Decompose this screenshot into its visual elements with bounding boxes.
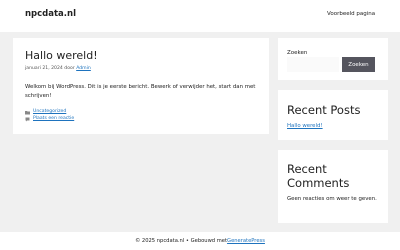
post-by-label: door — [64, 66, 75, 71]
comment-link[interactable]: Plaats een reactie — [33, 116, 74, 123]
category-link[interactable]: Uncategorized — [33, 109, 66, 116]
post-body: Welkom bij WordPress. Dit is je eerste b… — [25, 84, 256, 99]
post-footer-meta: Uncategorized Plaats een reactie — [25, 109, 74, 123]
site-footer: © 2025 npcdata.nl • Gebouwd met Generate… — [0, 232, 400, 250]
recent-post-link[interactable]: Hallo wereld! — [287, 123, 323, 129]
post-title[interactable]: Hallo wereld! — [25, 49, 98, 62]
recent-comments-empty-text: Geen reacties om weer te geven. — [287, 196, 377, 202]
search-button[interactable]: Zoeken — [342, 57, 375, 72]
folder-icon — [25, 110, 30, 115]
generatepress-link[interactable]: GeneratePress — [227, 238, 265, 244]
recent-posts-title: Recent Posts — [287, 103, 361, 117]
post-author-link[interactable]: Admin — [76, 66, 91, 71]
recent-posts-widget: Recent Posts Hallo wereld! — [278, 90, 388, 140]
post-meta: januari 21, 2024 door Admin — [25, 66, 91, 71]
footer-copyright: © 2025 npcdata.nl • Gebouwd met — [135, 238, 228, 244]
nav-item-voorbeeld-pagina[interactable]: Voorbeeld pagina — [327, 11, 375, 17]
post-article: Hallo wereld! januari 21, 2024 door Admi… — [13, 38, 269, 134]
post-date: januari 21, 2024 — [25, 66, 63, 71]
site-title[interactable]: npcdata.nl — [25, 9, 76, 19]
search-input[interactable] — [287, 57, 339, 72]
search-label: Zoeken — [287, 50, 308, 56]
comment-icon — [25, 117, 30, 122]
search-widget: Zoeken Zoeken — [278, 38, 388, 80]
recent-comments-title: Recent Comments — [287, 162, 350, 190]
site-header: npcdata.nl Voorbeeld pagina — [0, 0, 400, 32]
recent-comments-widget: Recent Comments Geen reacties om weer te… — [278, 150, 388, 223]
